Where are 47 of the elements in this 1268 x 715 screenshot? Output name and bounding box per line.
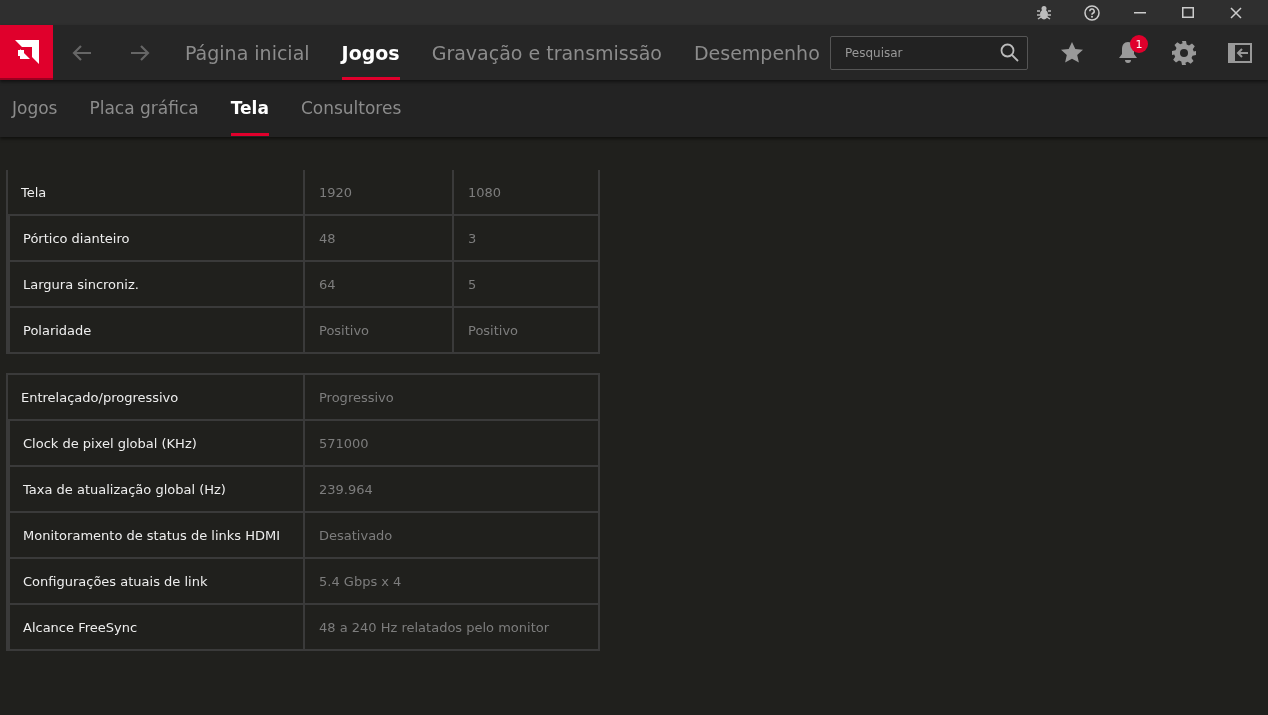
- help-icon: [1084, 4, 1100, 21]
- value-cell: 239.964: [303, 467, 598, 513]
- row-label: Polaridade: [8, 308, 303, 354]
- sub-tab[interactable]: Tela: [230, 80, 269, 136]
- value-cell: 571000: [303, 421, 598, 467]
- sub-tab[interactable]: Placa gráfica: [89, 80, 199, 136]
- back-arrow-icon: [72, 43, 92, 62]
- maximize-icon: [1182, 7, 1194, 18]
- value-cell: Positivo: [303, 308, 452, 354]
- search-field[interactable]: Pesquisar: [830, 35, 1028, 70]
- minimize-icon: [1134, 11, 1146, 14]
- value-cell: Positivo: [452, 308, 598, 354]
- nav-tab[interactable]: Página inicial: [185, 25, 310, 80]
- logo-icon: [14, 39, 39, 64]
- sub-tab[interactable]: Jogos: [12, 80, 58, 136]
- value-cell: 1920: [303, 170, 452, 216]
- sub-tab[interactable]: Consultores: [300, 80, 402, 136]
- row-label: Monitoramento de status de links HDMI: [8, 513, 303, 559]
- value-cell: Desativado: [303, 513, 598, 559]
- row-label: Largura sincroniz.: [8, 262, 303, 308]
- value-cell: 48: [303, 216, 452, 262]
- row-label: Alcance FreeSync: [8, 605, 303, 651]
- row-label: Entrelaçado/progressivo: [8, 375, 303, 421]
- app-logo[interactable]: [0, 25, 53, 80]
- close-icon: [1230, 6, 1242, 19]
- nav-tab[interactable]: Desempenho: [693, 25, 820, 80]
- row-label: Clock de pixel global (KHz): [8, 421, 303, 467]
- value-cell: 3: [452, 216, 598, 262]
- nav-tab[interactable]: Gravação e transmissão: [431, 25, 662, 80]
- search-icon: [1000, 42, 1019, 62]
- value-cell: 5.4 Gbps x 4: [303, 559, 598, 605]
- value-cell: 5: [452, 262, 598, 308]
- nav-tab[interactable]: Jogos: [341, 25, 400, 80]
- notification-badge: 1: [1130, 35, 1148, 53]
- notifications-button[interactable]: 1: [1100, 25, 1156, 80]
- row-label: Taxa de atualização global (Hz): [8, 467, 303, 513]
- value-cell: 64: [303, 262, 452, 308]
- star-icon: [1061, 42, 1083, 63]
- row-label: Pórtico dianteiro: [8, 216, 303, 262]
- settings-icon: [1172, 40, 1196, 65]
- forward-arrow-icon: [130, 43, 150, 62]
- value-cell: 1080: [452, 170, 598, 216]
- row-label: Configurações atuais de link: [8, 559, 303, 605]
- value-cell: Progressivo: [303, 375, 598, 421]
- bug-icon: [1036, 4, 1052, 21]
- value-cell: 48 a 240 Hz relatados pelo monitor: [303, 605, 598, 651]
- row-label: Tela: [8, 170, 303, 216]
